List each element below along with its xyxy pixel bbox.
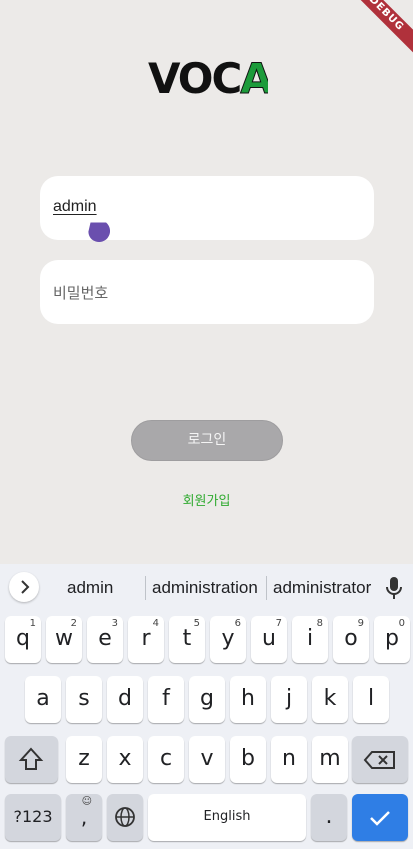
key-s[interactable]: s: [66, 676, 102, 723]
suggestion-2[interactable]: administration: [152, 578, 258, 598]
key-g[interactable]: g: [189, 676, 225, 723]
key-w[interactable]: 2w: [46, 616, 82, 663]
symbols-key[interactable]: ?123: [5, 794, 61, 841]
suggestion-1[interactable]: admin: [67, 578, 113, 598]
key-z[interactable]: z: [66, 736, 102, 783]
backspace-icon: [363, 751, 395, 769]
shift-icon: [18, 747, 44, 770]
key-hint: 3: [111, 618, 118, 629]
suggestion-divider: [145, 576, 146, 600]
period-key[interactable]: .: [311, 794, 347, 841]
username-input-value[interactable]: admin: [53, 198, 97, 216]
password-field[interactable]: 비밀번호: [40, 260, 374, 324]
key-hint: 0: [398, 618, 405, 629]
suggestion-3[interactable]: administrator: [273, 578, 371, 598]
chevron-right-icon: [21, 580, 30, 594]
key-d[interactable]: d: [107, 676, 143, 723]
suggestion-bar: admin administration administrator: [0, 564, 413, 610]
key-k[interactable]: k: [312, 676, 348, 723]
key-hint: 6: [234, 618, 241, 629]
key-j[interactable]: j: [271, 676, 307, 723]
app-logo: VOCAI: [148, 56, 268, 102]
logo-text-ai: AI: [240, 56, 268, 102]
key-c[interactable]: c: [148, 736, 184, 783]
shift-key[interactable]: [5, 736, 58, 783]
key-label: q: [16, 626, 30, 651]
key-hint: 7: [275, 618, 282, 629]
key-hint: 8: [316, 618, 323, 629]
backspace-key[interactable]: [352, 736, 408, 783]
logo-text-voc: VOC: [148, 56, 242, 102]
debug-banner-label: DEBUG: [353, 0, 413, 59]
key-label: p: [385, 626, 399, 651]
key-h[interactable]: h: [230, 676, 266, 723]
globe-icon: [115, 807, 135, 827]
key-u[interactable]: 7u: [251, 616, 287, 663]
suggestion-divider: [266, 576, 267, 600]
key-r[interactable]: 4r: [128, 616, 164, 663]
key-label: i: [306, 626, 314, 651]
key-t[interactable]: 5t: [169, 616, 205, 663]
signup-link-label[interactable]: 회원가입: [183, 494, 231, 509]
key-hint: 9: [357, 618, 364, 629]
soft-keyboard: admin administration administrator 1q2w3…: [0, 564, 413, 849]
key-m[interactable]: m: [312, 736, 348, 783]
text-cursor-handle[interactable]: [88, 219, 110, 244]
key-label: r: [141, 626, 151, 651]
key-label: o: [344, 626, 358, 651]
key-b[interactable]: b: [230, 736, 266, 783]
signup-link[interactable]: 회원가입: [0, 490, 413, 509]
key-e[interactable]: 3e: [87, 616, 123, 663]
key-hint: 5: [193, 618, 200, 629]
key-i[interactable]: 8i: [292, 616, 328, 663]
key-label: e: [98, 626, 112, 651]
password-placeholder: 비밀번호: [53, 284, 109, 302]
key-n[interactable]: n: [271, 736, 307, 783]
key-a[interactable]: a: [25, 676, 61, 723]
key-hint: 1: [29, 618, 36, 629]
space-key[interactable]: English: [148, 794, 306, 841]
key-hint: 2: [70, 618, 77, 629]
key-label: t: [182, 626, 192, 651]
key-x[interactable]: x: [107, 736, 143, 783]
key-y[interactable]: 6y: [210, 616, 246, 663]
key-label: y: [221, 626, 235, 651]
comma-key[interactable]: ☺ ,: [66, 794, 102, 841]
enter-key[interactable]: [352, 794, 408, 841]
key-v[interactable]: v: [189, 736, 225, 783]
checkmark-icon: [370, 811, 390, 826]
debug-banner: DEBUG: [353, 0, 413, 60]
key-o[interactable]: 9o: [333, 616, 369, 663]
key-f[interactable]: f: [148, 676, 184, 723]
comma-key-label: ,: [80, 805, 88, 829]
suggestion-expand-button[interactable]: [9, 572, 39, 602]
key-l[interactable]: l: [353, 676, 389, 723]
microphone-icon[interactable]: [385, 576, 403, 600]
language-key[interactable]: [107, 794, 143, 841]
emoji-hint: ☺: [81, 796, 92, 807]
login-button[interactable]: 로그인: [131, 420, 283, 461]
key-hint: 4: [152, 618, 159, 629]
key-q[interactable]: 1q: [5, 616, 41, 663]
key-p[interactable]: 0p: [374, 616, 410, 663]
key-label: u: [262, 626, 276, 651]
